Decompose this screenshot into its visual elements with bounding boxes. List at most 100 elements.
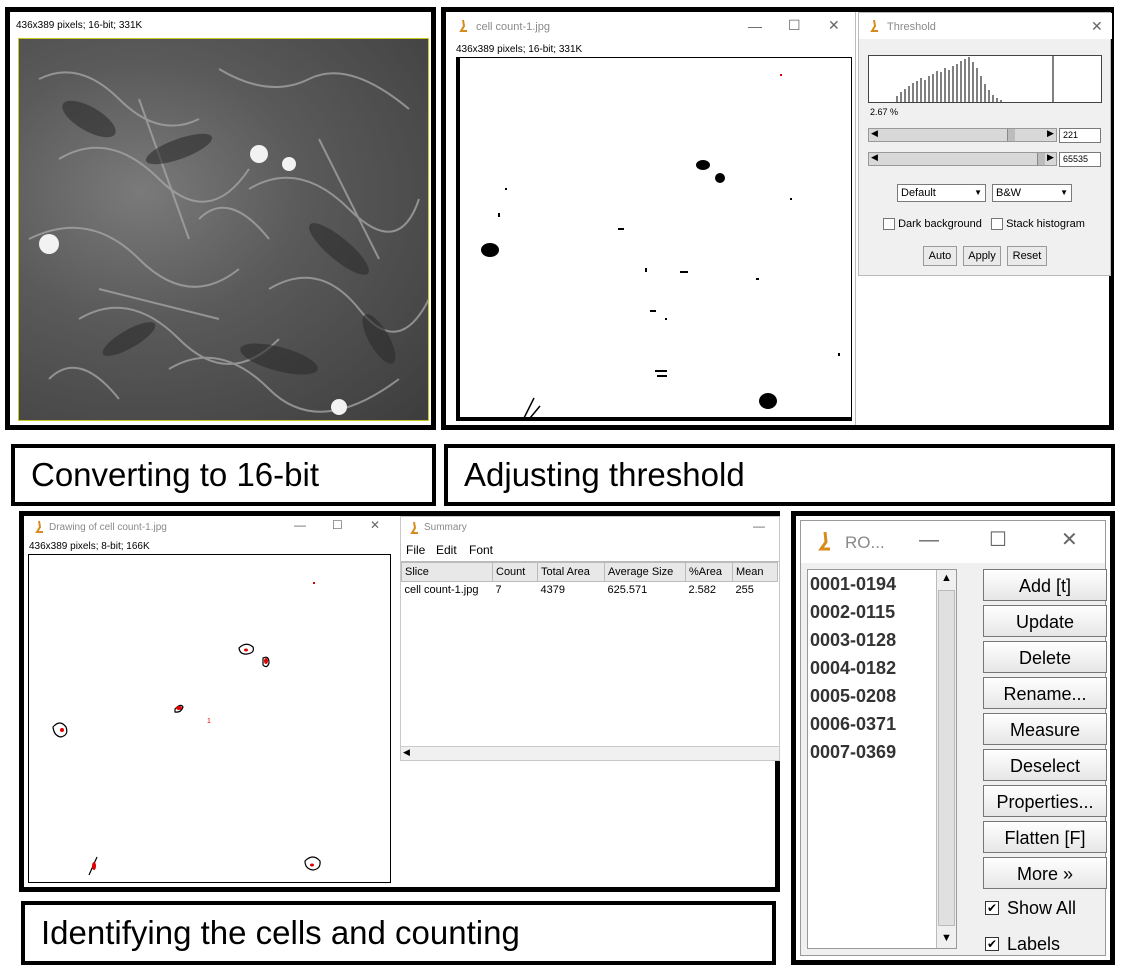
maximize-icon[interactable]: ☐ xyxy=(332,518,343,532)
show-all-label: Show All xyxy=(1007,898,1077,918)
histogram-plot xyxy=(896,56,1054,102)
max-threshold-value[interactable]: 65535 xyxy=(1059,152,1101,167)
menu-file[interactable]: File xyxy=(406,543,425,557)
column-header[interactable]: %Area xyxy=(685,562,733,582)
apply-button[interactable]: Apply xyxy=(963,246,1001,266)
minimize-icon[interactable]: — xyxy=(919,529,939,552)
table-row[interactable]: cell count-1.jpg 7 4379 625.571 2.582 25… xyxy=(402,582,778,599)
column-header[interactable]: Slice xyxy=(401,562,493,582)
maximize-icon[interactable]: ☐ xyxy=(989,527,1007,552)
min-threshold-value[interactable]: 221 xyxy=(1059,128,1101,143)
more-button[interactable]: More » xyxy=(983,857,1107,889)
scroll-right-icon[interactable]: ▶ xyxy=(1047,128,1054,139)
table-cell: cell count-1.jpg xyxy=(404,584,479,596)
close-icon[interactable]: ✕ xyxy=(370,518,380,532)
column-header[interactable]: Count xyxy=(492,562,538,582)
roi-manager-panel: RO... — ☐ ✕ 0001-0194 0002-0115 0003-012… xyxy=(791,511,1115,965)
dialog-title: Threshold xyxy=(887,21,936,33)
close-icon[interactable]: ✕ xyxy=(1061,527,1078,552)
minimize-icon[interactable]: — xyxy=(748,18,762,34)
auto-button[interactable]: Auto xyxy=(923,246,957,266)
window-titlebar[interactable]: RO... — ☐ ✕ xyxy=(801,521,1105,563)
table-cell: 625.571 xyxy=(607,584,648,596)
list-item[interactable]: 0004-0182 xyxy=(810,658,896,679)
vertical-scrollbar[interactable]: ▲ ▼ xyxy=(936,570,956,948)
window-title: cell count-1.jpg xyxy=(476,21,550,33)
table-header: Slice Count Total Area Average Size %Are… xyxy=(401,562,778,582)
scroll-down-icon[interactable]: ▼ xyxy=(941,932,952,944)
checkbox-checked-icon[interactable]: ✔ xyxy=(985,937,999,951)
delete-button[interactable]: Delete xyxy=(983,641,1107,673)
list-item[interactable]: 0007-0369 xyxy=(810,742,896,763)
update-button[interactable]: Update xyxy=(983,605,1107,637)
list-item[interactable]: 0001-0194 xyxy=(810,574,896,595)
properties-button[interactable]: Properties... xyxy=(983,785,1107,817)
column-header[interactable]: Total Area xyxy=(537,562,605,582)
roi-window: RO... — ☐ ✕ 0001-0194 0002-0115 0003-012… xyxy=(800,520,1107,956)
list-item[interactable]: 0005-0208 xyxy=(810,686,896,707)
add-button[interactable]: Add [t] xyxy=(983,569,1107,601)
window-titlebar[interactable]: Summary — xyxy=(401,517,779,539)
window-title: RO... xyxy=(845,533,885,552)
minimize-icon[interactable]: — xyxy=(294,518,306,532)
max-threshold-slider[interactable]: ◀ ▶ xyxy=(868,152,1057,166)
list-item[interactable]: 0003-0128 xyxy=(810,630,896,651)
threshold-image-window: cell count-1.jpg — ☐ ✕ 436x389 pixels; 1… xyxy=(446,12,856,425)
window-titlebar[interactable]: Drawing of cell count-1.jpg — ☐ ✕ xyxy=(24,516,398,538)
column-header[interactable]: Average Size xyxy=(604,562,686,582)
maximize-icon[interactable]: ☐ xyxy=(788,17,801,34)
menu-font[interactable]: Font xyxy=(469,543,493,557)
cell-outlines: 1 xyxy=(52,582,321,876)
chevron-down-icon: ▼ xyxy=(974,188,982,197)
roi-list[interactable]: 0001-0194 0002-0115 0003-0128 0004-0182 … xyxy=(807,569,957,949)
cell-image-canvas[interactable] xyxy=(18,38,429,421)
checkbox-box[interactable] xyxy=(991,218,1003,231)
imagej-icon xyxy=(817,531,833,553)
drawing-canvas[interactable]: 1 xyxy=(28,554,391,883)
checkbox-box[interactable] xyxy=(883,218,895,231)
min-threshold-slider[interactable]: ◀ ▶ xyxy=(868,128,1057,142)
measure-button[interactable]: Measure xyxy=(983,713,1107,745)
table-cell: 2.582 xyxy=(688,584,717,596)
scroll-right-icon[interactable]: ▶ xyxy=(1047,152,1054,163)
cells-micrograph xyxy=(28,68,428,415)
thresholded-blobs xyxy=(481,74,840,419)
panel-threshold: cell count-1.jpg — ☐ ✕ 436x389 pixels; 1… xyxy=(441,7,1114,430)
summary-table: Slice Count Total Area Average Size %Are… xyxy=(401,562,778,598)
minimize-icon[interactable]: — xyxy=(753,519,765,533)
menu-edit[interactable]: Edit xyxy=(436,543,457,557)
stack-histogram-checkbox[interactable]: Stack histogram xyxy=(991,218,1085,231)
column-header[interactable]: Mean xyxy=(732,562,778,582)
reset-button[interactable]: Reset xyxy=(1007,246,1047,266)
thresholded-image-canvas[interactable] xyxy=(456,57,852,421)
method-select[interactable]: Default ▼ xyxy=(897,184,986,202)
window-title: Drawing of cell count-1.jpg xyxy=(49,522,167,533)
slider-thumb[interactable] xyxy=(1007,129,1015,141)
window-title: Summary xyxy=(424,522,467,533)
scroll-left-icon[interactable]: ◀ xyxy=(871,128,878,139)
scroll-left-icon[interactable]: ◀ xyxy=(403,747,410,758)
window-titlebar[interactable]: cell count-1.jpg — ☐ ✕ xyxy=(446,12,856,40)
dark-background-checkbox[interactable]: Dark background xyxy=(883,218,982,231)
flatten-button[interactable]: Flatten [F] xyxy=(983,821,1107,853)
scroll-left-icon[interactable]: ◀ xyxy=(871,152,878,163)
close-icon[interactable]: ✕ xyxy=(828,17,840,34)
slider-thumb[interactable] xyxy=(1037,153,1045,165)
panel-identify: Drawing of cell count-1.jpg — ☐ ✕ 436x38… xyxy=(19,511,780,892)
list-item[interactable]: 0002-0115 xyxy=(810,602,895,623)
results-table: Slice Count Total Area Average Size %Are… xyxy=(401,561,779,746)
deselect-button[interactable]: Deselect xyxy=(983,749,1107,781)
table-cell: 7 xyxy=(495,584,502,596)
list-item[interactable]: 0006-0371 xyxy=(810,714,896,735)
horizontal-scrollbar[interactable]: ◀ xyxy=(401,746,779,760)
display-mode-value: B&W xyxy=(996,187,1022,199)
close-icon[interactable]: ✕ xyxy=(1091,18,1103,35)
dialog-titlebar[interactable]: Threshold ✕ xyxy=(859,13,1112,39)
checkbox-checked-icon[interactable]: ✔ xyxy=(985,901,999,915)
labels-label: Labels xyxy=(1007,934,1061,954)
display-mode-select[interactable]: B&W ▼ xyxy=(992,184,1072,202)
scroll-up-icon[interactable]: ▲ xyxy=(941,572,952,584)
menu-bar: File Edit Font xyxy=(401,543,779,559)
rename-button[interactable]: Rename... xyxy=(983,677,1107,709)
scroll-thumb[interactable] xyxy=(938,590,955,926)
